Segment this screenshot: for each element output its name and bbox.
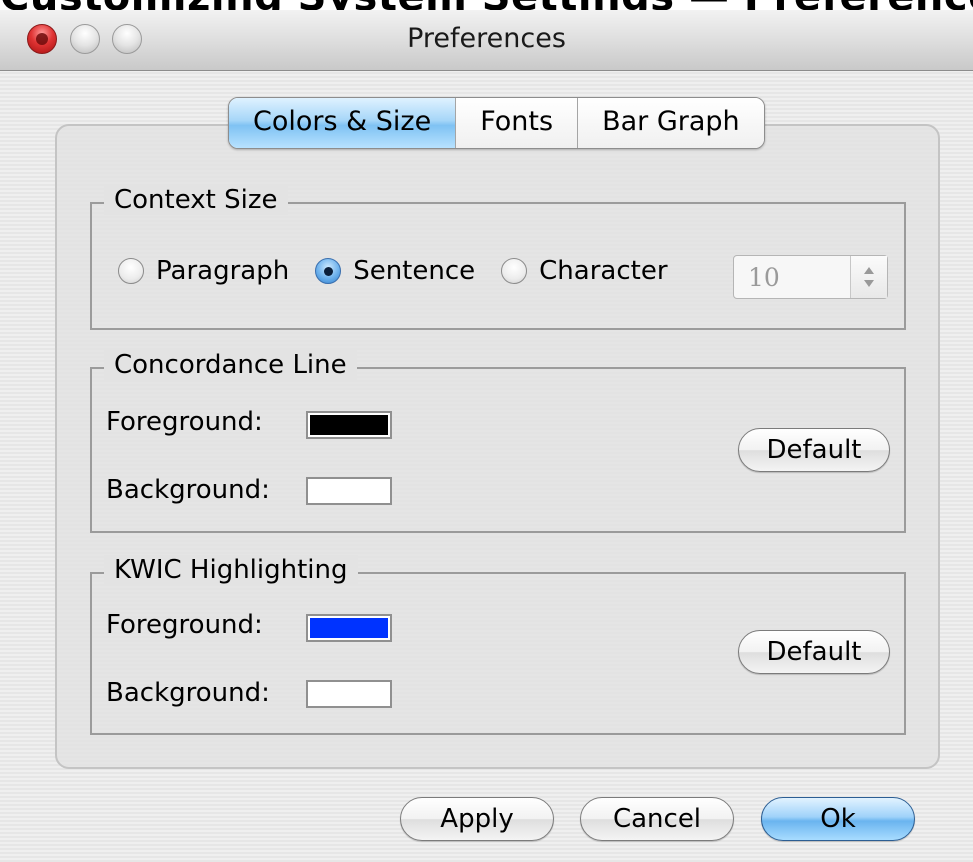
tab-colors-size[interactable]: Colors & Size	[229, 98, 457, 148]
radio-button-selected[interactable]	[315, 258, 342, 284]
concordance-default-button[interactable]: Default	[738, 428, 890, 472]
radio-label-character: Character	[539, 256, 668, 286]
radio-character[interactable]: Character	[501, 256, 668, 286]
preferences-window: Preferences Colors & Size Fonts Bar Grap…	[0, 10, 973, 862]
radio-button[interactable]	[118, 258, 144, 284]
kwic-highlighting-group: KWIC Highlighting Foreground: Background…	[90, 555, 906, 735]
radio-sentence[interactable]: Sentence	[315, 256, 475, 286]
radio-paragraph[interactable]: Paragraph	[118, 256, 289, 286]
character-count-value[interactable]: 10	[748, 263, 780, 292]
window-title: Preferences	[407, 23, 566, 54]
tab-bar: Colors & Size Fonts Bar Graph	[228, 97, 765, 149]
stepper-arrows[interactable]	[850, 256, 887, 298]
tab-fonts[interactable]: Fonts	[456, 98, 579, 148]
kwic-foreground-label: Foreground:	[106, 610, 263, 640]
concordance-line-group: Concordance Line Foreground: Background:…	[90, 350, 906, 533]
ok-button[interactable]: Ok	[761, 797, 915, 841]
kwic-default-button[interactable]: Default	[738, 630, 890, 674]
context-size-options: Paragraph Sentence Character	[118, 256, 694, 286]
concordance-foreground-swatch[interactable]	[306, 411, 392, 439]
stepper-down-icon[interactable]	[864, 280, 874, 287]
concordance-background-swatch[interactable]	[306, 477, 392, 505]
apply-button[interactable]: Apply	[400, 797, 554, 841]
kwic-background-swatch[interactable]	[306, 680, 392, 708]
radio-button[interactable]	[501, 258, 528, 284]
kwic-background-label: Background:	[106, 678, 270, 708]
radio-label-paragraph: Paragraph	[156, 256, 290, 286]
concordance-line-title: Concordance Line	[104, 350, 357, 380]
kwic-foreground-swatch[interactable]	[306, 614, 392, 642]
concordance-foreground-label: Foreground:	[106, 407, 263, 437]
concordance-background-label: Background:	[106, 475, 270, 505]
context-size-title: Context Size	[104, 185, 288, 215]
stepper-up-icon[interactable]	[864, 267, 874, 274]
radio-label-sentence: Sentence	[353, 256, 476, 286]
character-count-stepper[interactable]: 10	[733, 255, 888, 299]
title-bar[interactable]: Preferences	[0, 10, 973, 71]
context-size-group: Context Size Paragraph Sentence Characte…	[90, 185, 906, 330]
tab-bar-graph[interactable]: Bar Graph	[578, 98, 764, 148]
cancel-button[interactable]: Cancel	[580, 797, 734, 841]
kwic-highlighting-title: KWIC Highlighting	[104, 555, 358, 585]
